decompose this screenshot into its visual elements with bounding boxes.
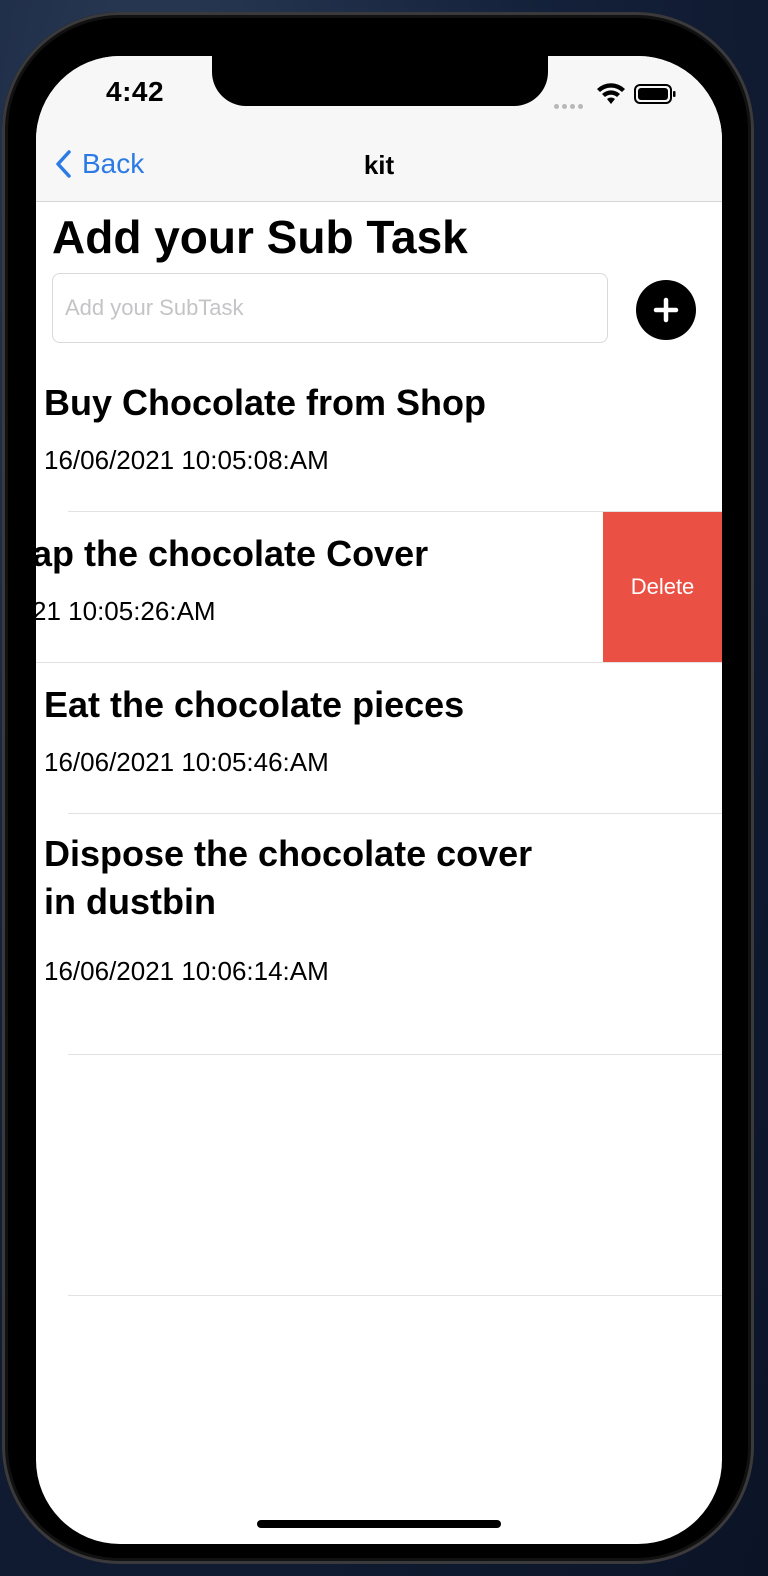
task-date: 16/06/2021 10:05:08:AM (44, 445, 329, 475)
list-item-swiped[interactable]: ap the chocolate Cover 21 10:05:26:AM De… (36, 512, 722, 662)
task-title-line1: Dispose the chocolate cover (44, 833, 533, 874)
row-separator (68, 1054, 722, 1055)
cellular-signal-icon (554, 96, 586, 114)
plus-icon (653, 297, 679, 323)
delete-button[interactable]: Delete (603, 512, 722, 662)
list-item[interactable]: Eat the chocolate pieces 16/06/2021 10:0… (36, 663, 722, 813)
home-indicator[interactable] (257, 1520, 501, 1528)
page-heading: Add your Sub Task (52, 211, 468, 263)
task-date: 16/06/2021 10:05:46:AM (44, 747, 329, 777)
list-item[interactable]: Dispose the chocolate cover in dustbin 1… (36, 814, 722, 1054)
navigation-bar: Back kit (36, 126, 722, 202)
nav-title: kit (363, 150, 395, 180)
phone-frame: 4:42 Back kit Add your Sub Task Add your… (2, 12, 754, 1564)
task-title: Buy Chocolate from Shop (44, 382, 487, 423)
task-title: Eat the chocolate pieces (44, 684, 465, 725)
wifi-icon (597, 83, 625, 104)
list-item[interactable]: Buy Chocolate from Shop 16/06/2021 10:05… (36, 361, 722, 511)
notch (212, 56, 548, 106)
task-date: 16/06/2021 10:06:14:AM (44, 956, 329, 986)
status-time: 4:42 (106, 76, 165, 107)
task-title-line2: in dustbin (44, 881, 216, 922)
subtask-input[interactable] (52, 273, 608, 343)
battery-icon (634, 84, 676, 104)
app-screen: 4:42 Back kit Add your Sub Task Add your… (36, 56, 722, 1544)
row-separator (68, 1295, 722, 1296)
add-subtask-button[interactable] (636, 280, 696, 340)
